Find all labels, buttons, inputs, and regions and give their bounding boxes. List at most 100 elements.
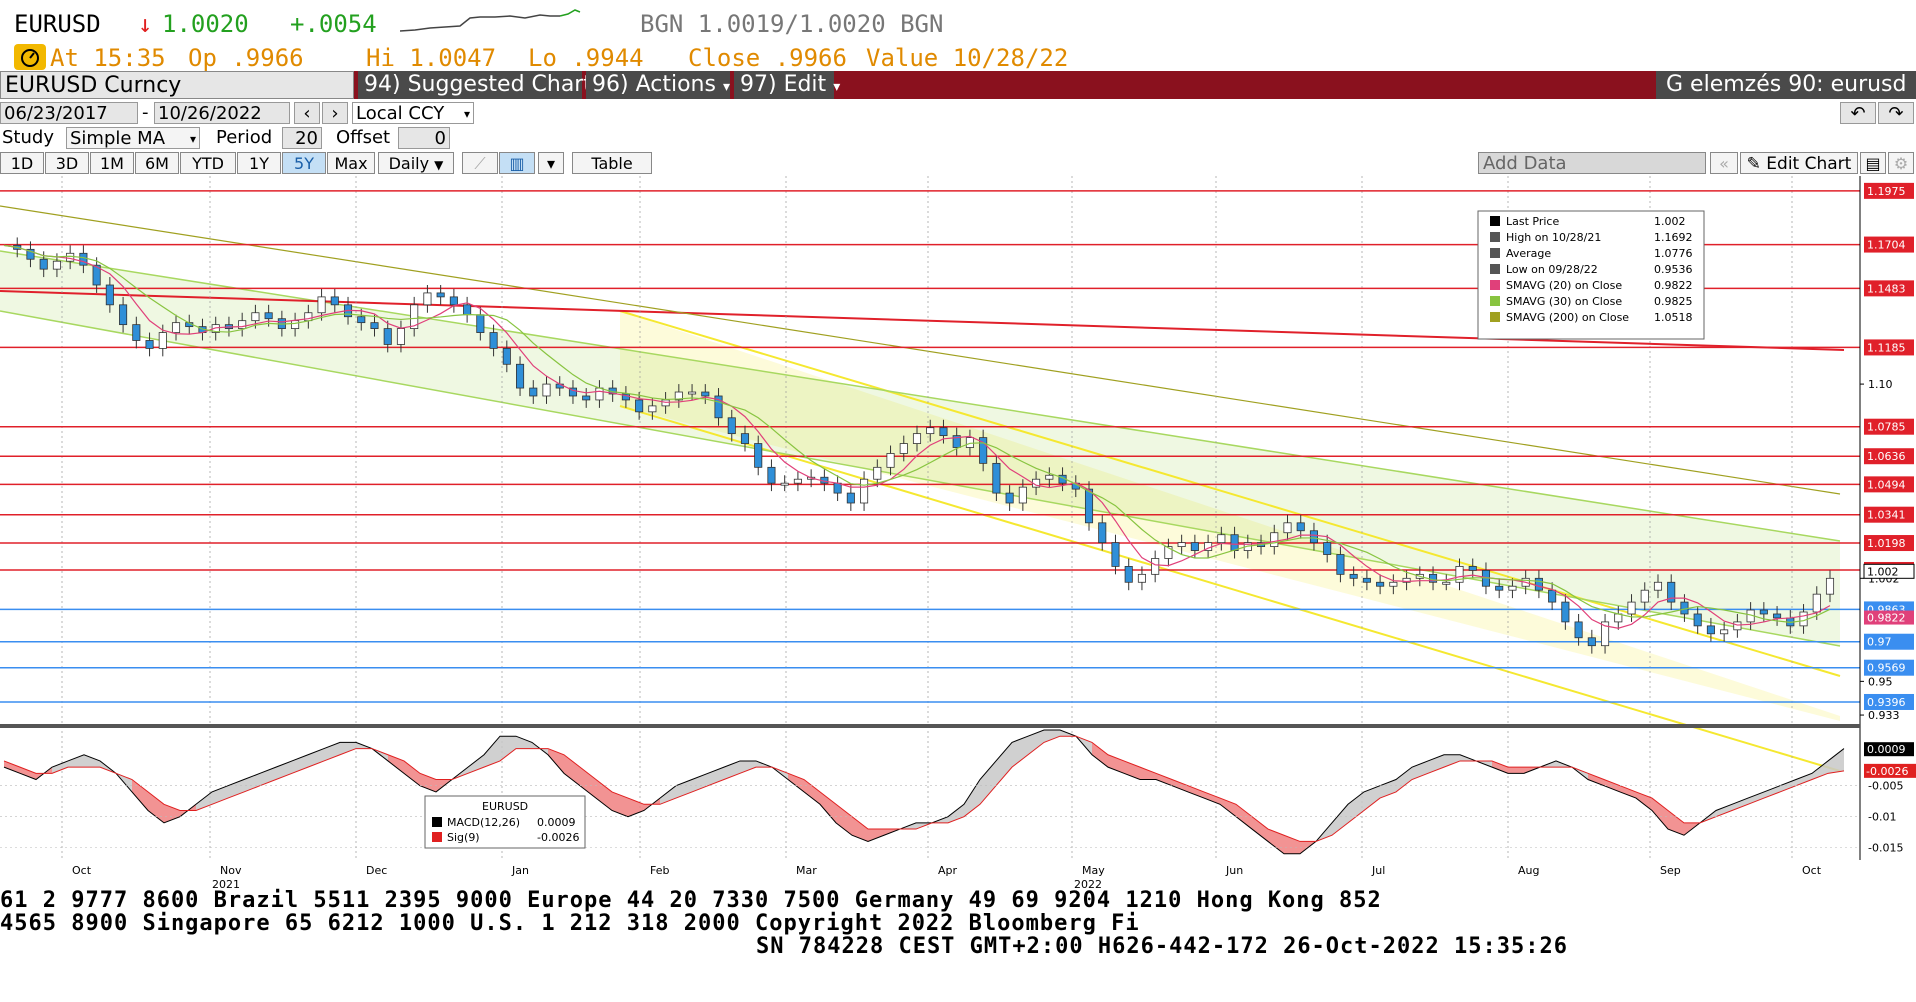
candle-up (251, 312, 260, 322)
legend-swatch (1490, 216, 1500, 226)
candle-up (66, 252, 75, 262)
candle-down (1323, 542, 1332, 555)
range-5y[interactable]: 5Y (282, 152, 326, 174)
high-label: Hi 1.0047 (366, 44, 497, 72)
legend-swatch (1490, 312, 1500, 322)
legend-series-name: High on 10/28/21 (1506, 231, 1601, 244)
legend-series-name: SMAVG (30) on Close (1506, 295, 1622, 308)
candle-up (912, 433, 922, 444)
range-1y[interactable]: 1Y (237, 152, 281, 174)
sparkline (400, 9, 581, 32)
x-tick-label: Mar (796, 864, 817, 877)
x-tick-label: Nov (220, 864, 242, 877)
candle-down (449, 296, 458, 306)
candle-down (767, 466, 776, 484)
candle-down (1190, 542, 1199, 551)
chevron-down-icon: ▾ (722, 79, 730, 95)
candle-up (793, 478, 802, 484)
legend-series-value: 1.0776 (1654, 247, 1693, 260)
resistance-tag-label: 1.0636 (1867, 450, 1906, 463)
period-input[interactable]: 20 (282, 127, 322, 149)
redo-icon[interactable]: ↷ (1878, 102, 1914, 124)
security-title[interactable]: EURUSD Curncy (0, 71, 354, 99)
range-max[interactable]: Max (327, 152, 375, 174)
legend-series-value: 0.9536 (1654, 263, 1693, 276)
candle-up (291, 320, 300, 330)
macd-legend-series-value: 0.0009 (537, 816, 576, 829)
quote-detail-line: At 15:35 Op .9966 Hi 1.0047 Lo .9944 Clo… (0, 42, 1916, 72)
candle-down (1548, 589, 1557, 603)
end-date-input[interactable]: 10/26/2022 (154, 102, 290, 124)
x-tick-label: Sep (1660, 864, 1681, 877)
range-6m[interactable]: 6M (135, 152, 179, 174)
macd-legend: EURUSD MACD(12,26) 0.0009 Sig(9) -0.0026 (424, 795, 586, 849)
candle-down (582, 395, 591, 401)
candle-up (899, 443, 908, 454)
candle-down (1098, 522, 1107, 544)
range-3d[interactable]: 3D (45, 152, 89, 174)
pencil-icon: ✎ (1746, 154, 1761, 174)
study-label: Study (2, 127, 54, 148)
suggested-charts-button[interactable]: 94) Suggested Charts (358, 71, 603, 99)
resistance-tag-label: 1.1483 (1867, 282, 1906, 295)
candle-up (317, 296, 326, 314)
candle-up (1018, 486, 1027, 504)
actions-menu[interactable]: 96) Actions ▾ (586, 71, 730, 99)
resistance-tag-label: 1.1975 (1867, 185, 1906, 198)
footer-session-info: SN 784228 CEST GMT+2:00 H626-442-172 26-… (756, 934, 1568, 959)
candle-down (1759, 609, 1768, 615)
candle-up (1640, 589, 1649, 603)
settings-gear-icon[interactable]: ⚙ (1888, 152, 1914, 174)
candle-up (595, 387, 604, 401)
x-tick-label: Dec (366, 864, 387, 877)
candle-up (542, 383, 551, 397)
candle-down (1706, 625, 1715, 635)
macd-value-tag-label: 0.0009 (1867, 743, 1906, 756)
x-tick-label: Oct (1802, 864, 1822, 877)
analysis-name[interactable]: G elemzés 90: eurusd (1656, 71, 1916, 99)
offset-input[interactable]: 0 (398, 127, 450, 149)
candle-chart-icon[interactable]: ▥ (499, 152, 535, 174)
footer-contacts-line1: 61 2 9777 8600 Brazil 5511 2395 9000 Eur… (0, 888, 1382, 913)
currency-select[interactable]: Local CCY ▾ (352, 102, 474, 124)
line-chart-icon[interactable]: ⟋ (462, 152, 498, 174)
edit-menu[interactable]: 97) Edit ▾ (734, 71, 840, 99)
candle-up (1283, 522, 1292, 534)
add-data-input[interactable]: Add Data (1478, 152, 1706, 174)
range-1m[interactable]: 1M (90, 152, 134, 174)
study-select[interactable]: Simple MA ▾ (66, 127, 200, 149)
chart-options-icon[interactable]: ▤ (1860, 152, 1886, 174)
macd-legend-swatch (432, 817, 442, 827)
chevron-right-icon[interactable]: › (322, 102, 348, 124)
range-1d[interactable]: 1D (0, 152, 44, 174)
candle-down (1561, 601, 1570, 623)
close-label: Close .9966 (688, 44, 847, 72)
macd-y-tick-label: -0.015 (1868, 842, 1903, 855)
macd-legend-series-value: -0.0026 (537, 831, 579, 844)
panel-separator (0, 724, 1860, 728)
value-label: Value 10/28/22 (866, 44, 1069, 72)
frequency-select[interactable]: Daily ▼ (378, 152, 454, 174)
candle-up (1733, 621, 1742, 631)
footer-contacts-line2: 4565 8900 Singapore 65 6212 1000 U.S. 1 … (0, 911, 1140, 936)
legend-swatch (1490, 232, 1500, 242)
chevron-left-icon[interactable]: ‹ (294, 102, 320, 124)
candle-up (1389, 581, 1398, 587)
candle-down (635, 399, 644, 413)
start-date-input[interactable]: 06/23/2017 (0, 102, 138, 124)
candle-up (1508, 585, 1517, 591)
candle-up (886, 453, 895, 468)
candle-down (1534, 577, 1543, 591)
collapse-icon[interactable]: « (1710, 152, 1738, 174)
candle-down (330, 296, 339, 306)
edit-chart-button[interactable]: ✎ Edit Chart (1740, 152, 1858, 174)
chart-type-dropdown-icon[interactable]: ▾ (538, 152, 564, 174)
macd-y-tick-label: -0.01 (1868, 811, 1896, 824)
undo-icon[interactable]: ↶ (1840, 102, 1876, 124)
net-change: +.0054 (290, 10, 377, 38)
range-ytd[interactable]: YTD (180, 152, 236, 174)
candle-down (1362, 577, 1371, 583)
legend-swatch (1490, 296, 1500, 306)
table-button[interactable]: Table (572, 152, 652, 174)
candle-up (1217, 534, 1226, 544)
